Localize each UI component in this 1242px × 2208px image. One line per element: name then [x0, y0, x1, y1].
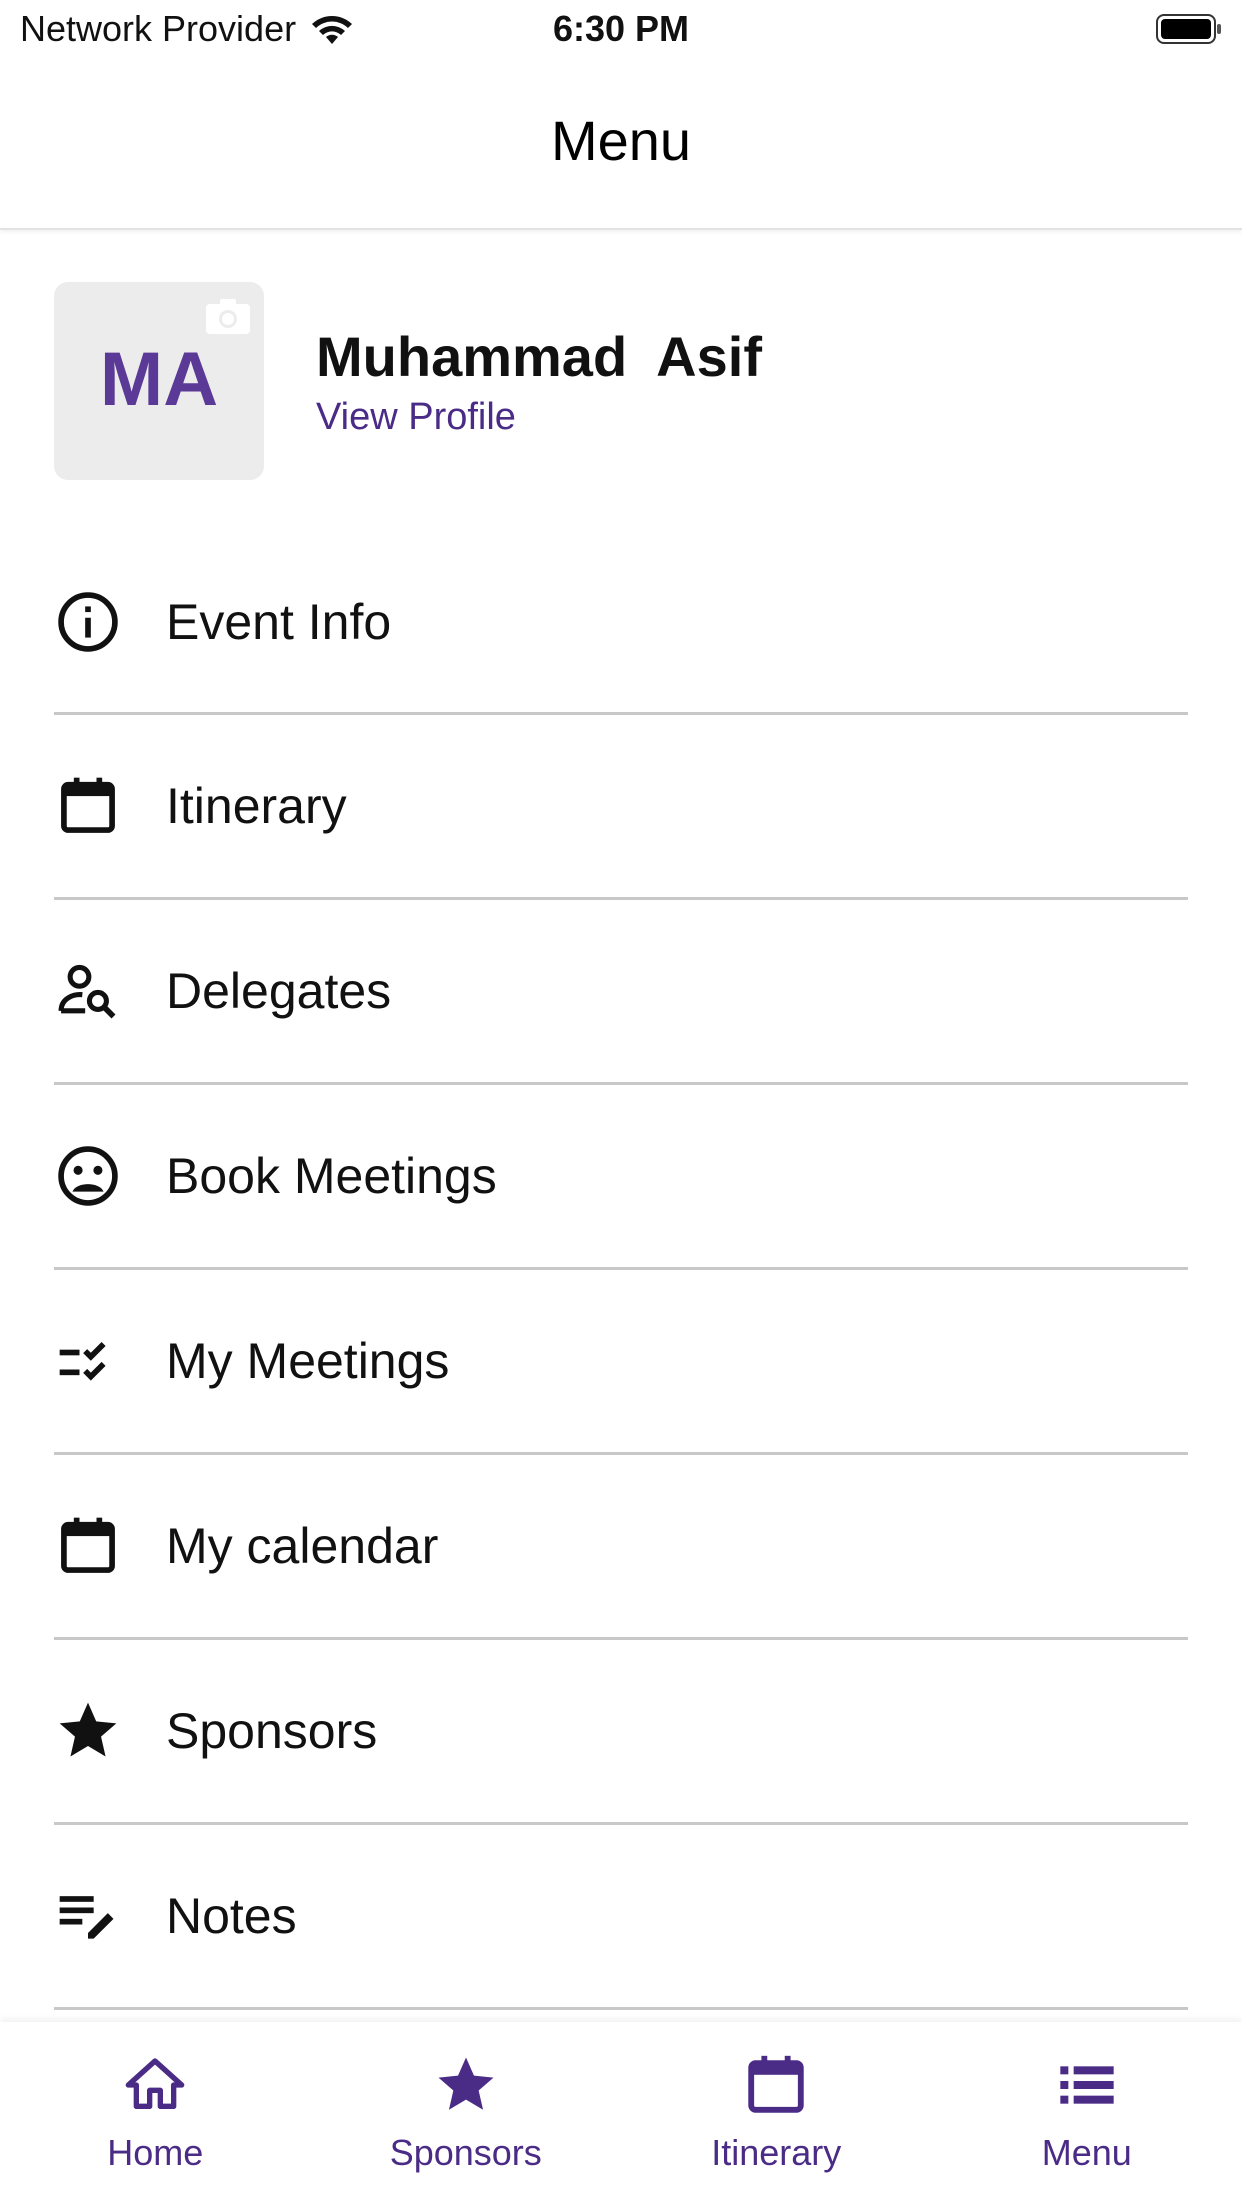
- menu-item-itinerary[interactable]: Itinerary: [54, 715, 1188, 900]
- camera-icon[interactable]: [204, 296, 252, 336]
- menu-item-label: My calendar: [166, 1518, 439, 1574]
- person-search-icon: [54, 957, 122, 1025]
- page-title: Menu: [550, 109, 692, 172]
- menu-item-my-calendar[interactable]: My calendar: [54, 1455, 1188, 1640]
- battery-icon: [1156, 14, 1221, 44]
- home-icon: [120, 2050, 190, 2120]
- menu-item-sponsors[interactable]: Sponsors: [54, 1640, 1188, 1825]
- calendar-icon: [54, 772, 122, 840]
- notes-edit-icon: [54, 1882, 122, 1950]
- list-icon: [1052, 2050, 1122, 2120]
- menu-item-event-info[interactable]: Event Info: [54, 532, 1188, 715]
- tab-label: Sponsors: [389, 2132, 542, 2173]
- menu-item-delegates[interactable]: Delegates: [54, 900, 1188, 1085]
- tab-sponsors[interactable]: Sponsors: [311, 2022, 622, 2208]
- tab-bar: Home Sponsors Itinerary Menu: [0, 2022, 1242, 2208]
- star-icon: [431, 2050, 501, 2120]
- menu-item-label: Book Meetings: [166, 1148, 497, 1204]
- avatar[interactable]: MA: [54, 282, 264, 480]
- calendar-icon: [741, 2050, 811, 2120]
- tab-label: Itinerary: [711, 2132, 842, 2173]
- calendar-icon: [54, 1512, 122, 1580]
- navigation-bar: Menu: [0, 64, 1242, 230]
- status-time: 6:30 PM: [552, 8, 690, 49]
- menu-item-label: Notes: [166, 1888, 297, 1944]
- menu-item-notes[interactable]: Notes: [54, 1825, 1188, 2010]
- menu-item-my-meetings[interactable]: My Meetings: [54, 1270, 1188, 1455]
- tab-label: Menu: [1041, 2132, 1132, 2173]
- tab-label: Home: [107, 2132, 204, 2173]
- tab-home[interactable]: Home: [0, 2022, 311, 2208]
- menu-item-label: Itinerary: [166, 778, 347, 834]
- view-profile-link[interactable]: View Profile: [316, 396, 516, 439]
- menu-item-label: Event Info: [166, 594, 392, 650]
- star-icon: [54, 1697, 122, 1765]
- tab-itinerary[interactable]: Itinerary: [621, 2022, 932, 2208]
- tab-menu[interactable]: Menu: [932, 2022, 1242, 2208]
- face-icon: [54, 1142, 122, 1210]
- checklist-icon: [54, 1327, 122, 1395]
- info-icon: [54, 588, 122, 656]
- profile-section: MA Muhammad Asif View Profile: [54, 282, 1188, 480]
- menu-item-label: Delegates: [166, 963, 392, 1019]
- menu-item-label: My Meetings: [166, 1333, 450, 1389]
- menu-item-book-meetings[interactable]: Book Meetings: [54, 1085, 1188, 1270]
- status-bar: Network Provider 6:30 PM: [0, 0, 1242, 64]
- avatar-initials: MA: [99, 337, 219, 422]
- menu-item-label: Sponsors: [166, 1703, 378, 1759]
- menu-list: Event Info Itinerary Delegates Book Meet…: [54, 532, 1188, 2010]
- profile-name: Muhammad Asif: [316, 325, 762, 388]
